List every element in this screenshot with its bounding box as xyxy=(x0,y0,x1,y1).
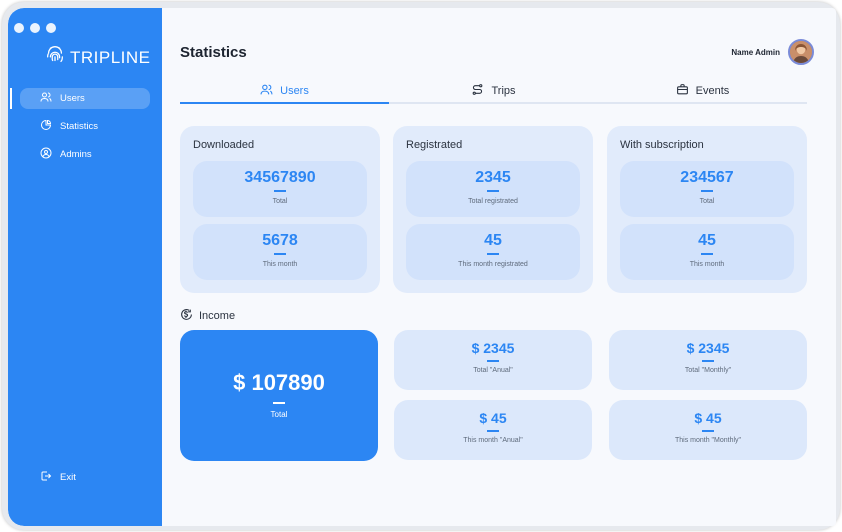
income-monthly-total: $ 2345 Total "Monthly" xyxy=(609,330,807,390)
user-name: Name Admin xyxy=(731,47,780,57)
stat-card-registrated: Registrated 2345 Total registrated 45 Th… xyxy=(393,126,593,293)
stat-total: 34567890 Total xyxy=(193,161,367,217)
sidebar-item-label: Admins xyxy=(60,149,92,160)
stat-card-downloaded: Downloaded 34567890 Total 5678 This mont… xyxy=(180,126,380,293)
income-value: $ 2345 xyxy=(471,340,515,356)
income-monthly-month: $ 45 This month "Monthly" xyxy=(609,400,807,460)
brand-name: TRIPLINE xyxy=(70,47,151,67)
exit-button[interactable]: Exit xyxy=(40,470,76,485)
income-value: $ 45 xyxy=(694,410,722,426)
stat-value: 2345 xyxy=(475,169,511,186)
income-heading: Income xyxy=(180,308,235,324)
tab-bar: Users Trips Events xyxy=(180,80,807,104)
device-frame: TRIPLINE Users Statistics Admins Exit St… xyxy=(2,2,840,530)
divider xyxy=(702,360,714,362)
exit-label: Exit xyxy=(60,472,76,483)
stat-caption: Total registrated xyxy=(468,198,518,205)
stat-value: 234567 xyxy=(680,169,734,186)
stat-caption: This month registrated xyxy=(458,261,528,268)
stat-total: 2345 Total registrated xyxy=(406,161,580,217)
money-icon xyxy=(180,308,193,324)
route-icon xyxy=(471,83,484,99)
admin-icon xyxy=(40,147,52,162)
logout-icon xyxy=(40,470,52,485)
divider xyxy=(274,190,286,192)
app-window: TRIPLINE Users Statistics Admins Exit St… xyxy=(8,8,836,526)
tab-label: Trips xyxy=(491,85,516,97)
window-minimize-dot[interactable] xyxy=(30,23,40,33)
stat-caption: This month xyxy=(262,261,298,268)
stat-card-label: Registrated xyxy=(406,139,463,151)
stat-this-month: 45 This month registrated xyxy=(406,224,580,280)
stat-card-subscription: With subscription 234567 Total 45 This m… xyxy=(607,126,807,293)
income-caption: This month "Anual" xyxy=(463,437,523,444)
sidebar-item-admins[interactable]: Admins xyxy=(20,144,150,165)
income-total-value: $ 107890 xyxy=(233,370,325,395)
window-close-dot[interactable] xyxy=(14,23,24,33)
income-total-card: $ 107890 Total xyxy=(180,330,378,461)
stat-value: 45 xyxy=(484,232,502,249)
stat-value: 5678 xyxy=(262,232,298,249)
divider xyxy=(701,190,713,192)
window-controls xyxy=(14,23,56,33)
divider xyxy=(273,402,285,404)
divider xyxy=(274,253,286,255)
sidebar-item-label: Statistics xyxy=(60,121,99,132)
income-value: $ 45 xyxy=(479,410,507,426)
divider xyxy=(701,253,713,255)
stat-total: 234567 Total xyxy=(620,161,794,217)
page-title: Statistics xyxy=(180,44,247,61)
divider xyxy=(702,430,714,432)
user-menu[interactable]: Name Admin xyxy=(731,39,814,65)
divider xyxy=(487,430,499,432)
brand-logo: TRIPLINE xyxy=(44,44,151,71)
fingerprint-icon xyxy=(44,44,66,71)
sidebar-item-users[interactable]: Users xyxy=(10,88,150,109)
stat-value: 34567890 xyxy=(244,169,316,186)
window-maximize-dot[interactable] xyxy=(46,23,56,33)
income-value: $ 2345 xyxy=(686,340,730,356)
stat-caption: This month xyxy=(689,261,725,268)
users-icon xyxy=(260,83,273,99)
sidebar: TRIPLINE Users Statistics Admins Exit xyxy=(8,8,162,526)
income-total-caption: Total xyxy=(270,410,288,419)
stat-value: 45 xyxy=(698,232,716,249)
tab-label: Events xyxy=(695,85,730,97)
divider xyxy=(487,360,499,362)
pie-chart-icon xyxy=(40,119,52,134)
stat-card-label: Downloaded xyxy=(193,139,255,151)
sidebar-item-label: Users xyxy=(60,93,85,104)
divider xyxy=(487,190,499,192)
sidebar-nav: Users Statistics Admins xyxy=(10,88,150,172)
tab-label: Users xyxy=(280,85,309,97)
income-annual-month: $ 45 This month "Anual" xyxy=(394,400,592,460)
income-caption: This month "Monthly" xyxy=(674,437,742,444)
users-icon xyxy=(40,91,52,106)
income-caption: Total "Monthly" xyxy=(684,367,732,374)
income-label: Income xyxy=(199,310,236,322)
stat-caption: Total xyxy=(699,198,715,205)
tab-users[interactable]: Users xyxy=(180,80,389,104)
income-caption: Total "Anual" xyxy=(473,367,513,374)
stat-this-month: 5678 This month xyxy=(193,224,367,280)
stat-this-month: 45 This month xyxy=(620,224,794,280)
avatar[interactable] xyxy=(788,39,814,65)
tab-events[interactable]: Events xyxy=(598,80,807,102)
stat-card-label: With subscription xyxy=(620,139,704,151)
divider xyxy=(487,253,499,255)
income-annual-total: $ 2345 Total "Anual" xyxy=(394,330,592,390)
main-content: Statistics Name Admin Users Trips Events… xyxy=(162,8,836,526)
stat-caption: Total xyxy=(272,198,288,205)
sidebar-item-statistics[interactable]: Statistics xyxy=(20,116,150,137)
briefcase-icon xyxy=(676,83,689,99)
tab-trips[interactable]: Trips xyxy=(389,80,598,102)
